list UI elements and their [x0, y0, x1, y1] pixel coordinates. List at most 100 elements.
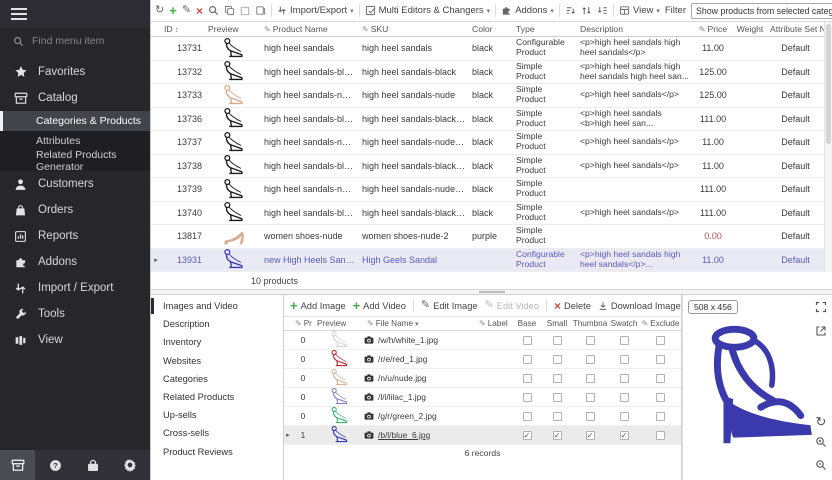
thumbnail-checkbox[interactable] — [586, 393, 595, 402]
thumbnail-checkbox[interactable]: ✓ — [586, 431, 595, 440]
small-checkbox[interactable] — [553, 412, 562, 421]
sidebar-item-view[interactable]: View — [0, 327, 150, 353]
open-external-icon[interactable] — [815, 324, 827, 342]
column-header-file-name[interactable]: ✎File Name▾ — [364, 319, 476, 328]
image-row[interactable]: 0/w/h/white_1.jpg — [284, 331, 681, 350]
exclude-checkbox[interactable] — [656, 393, 665, 402]
column-header-color[interactable]: Color — [469, 24, 513, 34]
column-header-description[interactable]: Description — [577, 24, 693, 34]
column-order-button[interactable] — [597, 5, 608, 16]
copy-button[interactable] — [224, 5, 235, 16]
column-header-id[interactable]: ID↕ — [161, 24, 205, 34]
tab-inventory[interactable]: Inventory — [151, 333, 283, 351]
base-checkbox[interactable] — [523, 374, 532, 383]
base-checkbox[interactable] — [523, 336, 532, 345]
paste-button[interactable] — [255, 5, 266, 16]
image-row[interactable]: 0/g/r/green_2.jpg — [284, 407, 681, 426]
column-header-price[interactable]: ✎Price — [693, 24, 733, 34]
tab-images-and-video[interactable]: Images and Video — [151, 297, 283, 315]
exclude-checkbox[interactable] — [656, 355, 665, 364]
thumbnail-checkbox[interactable] — [586, 374, 595, 383]
tab-cross-sells[interactable]: Cross-sells — [151, 424, 283, 442]
import-export-menu[interactable]: Import/Export▾ — [277, 5, 354, 16]
exclude-checkbox[interactable] — [656, 412, 665, 421]
small-checkbox[interactable] — [553, 336, 562, 345]
hamburger-menu-icon[interactable] — [11, 8, 27, 20]
edit-product-button[interactable]: ✎ — [182, 5, 191, 16]
thumbnail-checkbox[interactable] — [586, 412, 595, 421]
refresh-button[interactable]: ↻ — [155, 5, 164, 16]
image-row[interactable]: ▸1/b/l/blue_6.jpg✓✓✓✓ — [284, 426, 681, 445]
tab-related-products[interactable]: Related Products — [151, 388, 283, 406]
exclude-checkbox[interactable] — [656, 336, 665, 345]
add-image-button[interactable]: +Add Image — [290, 299, 346, 312]
sidebar-item-orders[interactable]: Orders — [0, 197, 150, 223]
product-row[interactable]: 13733high heel sandals-nudehigh heel san… — [151, 84, 824, 108]
image-row[interactable]: 0/n/u/nude.jpg — [284, 369, 681, 388]
delete-image-button[interactable]: ×Delete — [554, 300, 591, 312]
multi-editors-menu[interactable]: Multi Editors & Changers▾ — [365, 5, 491, 16]
sidebar-item-attributes[interactable]: Attributes — [0, 131, 150, 151]
product-row[interactable]: 13817women shoes-nudewomen shoes-nude-2p… — [151, 225, 824, 249]
sidebar-item-customers[interactable]: Customers — [0, 171, 150, 197]
sidebar-item-catalog[interactable]: Catalog — [0, 85, 150, 111]
base-checkbox[interactable] — [523, 355, 532, 364]
zoom-in-icon[interactable] — [815, 435, 827, 453]
column-header-small[interactable]: Small — [542, 319, 572, 328]
swatch-checkbox[interactable] — [620, 355, 629, 364]
view-menu[interactable]: View▾ — [619, 5, 660, 16]
image-row[interactable]: 0/r/e/red_1.jpg — [284, 350, 681, 369]
swatch-checkbox[interactable] — [620, 393, 629, 402]
column-header-preview[interactable]: Preview — [314, 319, 364, 328]
filter-select[interactable]: Show products from selected categories ▾ — [691, 3, 832, 19]
addons-menu[interactable]: Addons▾ — [501, 5, 554, 16]
swatch-checkbox[interactable] — [620, 412, 629, 421]
column-header-product-name[interactable]: ✎Product Name — [261, 24, 359, 34]
tab-up-sells[interactable]: Up-sells — [151, 406, 283, 424]
fullscreen-icon[interactable] — [815, 300, 827, 318]
column-header-pr[interactable]: ✎Pr — [292, 319, 314, 328]
small-checkbox[interactable] — [553, 393, 562, 402]
sidebar-item-import-export[interactable]: Import / Export — [0, 275, 150, 301]
expand-rows-button[interactable] — [581, 5, 592, 16]
sort-button[interactable] — [565, 5, 576, 16]
column-header-label[interactable]: ✎Label — [476, 319, 512, 328]
tab-description[interactable]: Description — [151, 315, 283, 333]
image-row[interactable]: 0/l/i/lilac_1.jpg — [284, 388, 681, 407]
product-row[interactable]: 13737high heel sandals-nude-36high heel … — [151, 131, 824, 155]
column-header-sku[interactable]: ✎SKU — [359, 24, 469, 34]
column-header-attribute-set-name[interactable]: Attribute Set Name — [767, 24, 824, 34]
help-icon[interactable]: ? — [38, 450, 73, 480]
lock-icon[interactable] — [75, 450, 110, 480]
small-checkbox[interactable] — [553, 355, 562, 364]
rotate-icon[interactable]: ↻ — [816, 414, 827, 430]
swatch-checkbox[interactable]: ✓ — [620, 431, 629, 440]
column-header-thumbna[interactable]: Thumbna — [572, 319, 608, 328]
column-header-preview[interactable]: Preview — [205, 24, 261, 34]
thumbnail-checkbox[interactable] — [586, 355, 595, 364]
column-header-exclude[interactable]: ✎Exclude — [640, 319, 681, 328]
tab-categories[interactable]: Categories — [151, 370, 283, 388]
search-products-button[interactable] — [208, 5, 219, 16]
small-checkbox[interactable] — [553, 374, 562, 383]
sidebar-item-addons[interactable]: Addons — [0, 249, 150, 275]
sidebar-search[interactable]: Find menu item — [0, 28, 150, 54]
product-row[interactable]: 13738high heel sandals-black-37high heel… — [151, 155, 824, 179]
base-checkbox[interactable] — [523, 412, 532, 421]
column-header-type[interactable]: Type — [513, 24, 577, 34]
product-row[interactable]: 13731high heel sandalshigh heel sandalsb… — [151, 37, 824, 61]
base-checkbox[interactable]: ✓ — [523, 431, 532, 440]
base-checkbox[interactable] — [523, 393, 532, 402]
store-icon[interactable] — [0, 450, 35, 480]
select-button[interactable] — [240, 6, 250, 16]
tab-product-reviews[interactable]: Product Reviews — [151, 443, 283, 461]
gear-icon[interactable] — [113, 450, 148, 480]
swatch-checkbox[interactable] — [620, 336, 629, 345]
product-row[interactable]: 13736high heel sandals-black-36high heel… — [151, 108, 824, 132]
small-checkbox[interactable]: ✓ — [553, 431, 562, 440]
edit-video-button[interactable]: ✎Edit Video — [485, 300, 539, 311]
column-header-swatch[interactable]: Swatch — [608, 319, 640, 328]
sidebar-item-favorites[interactable]: Favorites — [0, 59, 150, 85]
edit-image-button[interactable]: ✎Edit Image — [421, 300, 478, 311]
product-row[interactable]: ▸13931new High Heels SandalsHigh Geels S… — [151, 249, 824, 273]
